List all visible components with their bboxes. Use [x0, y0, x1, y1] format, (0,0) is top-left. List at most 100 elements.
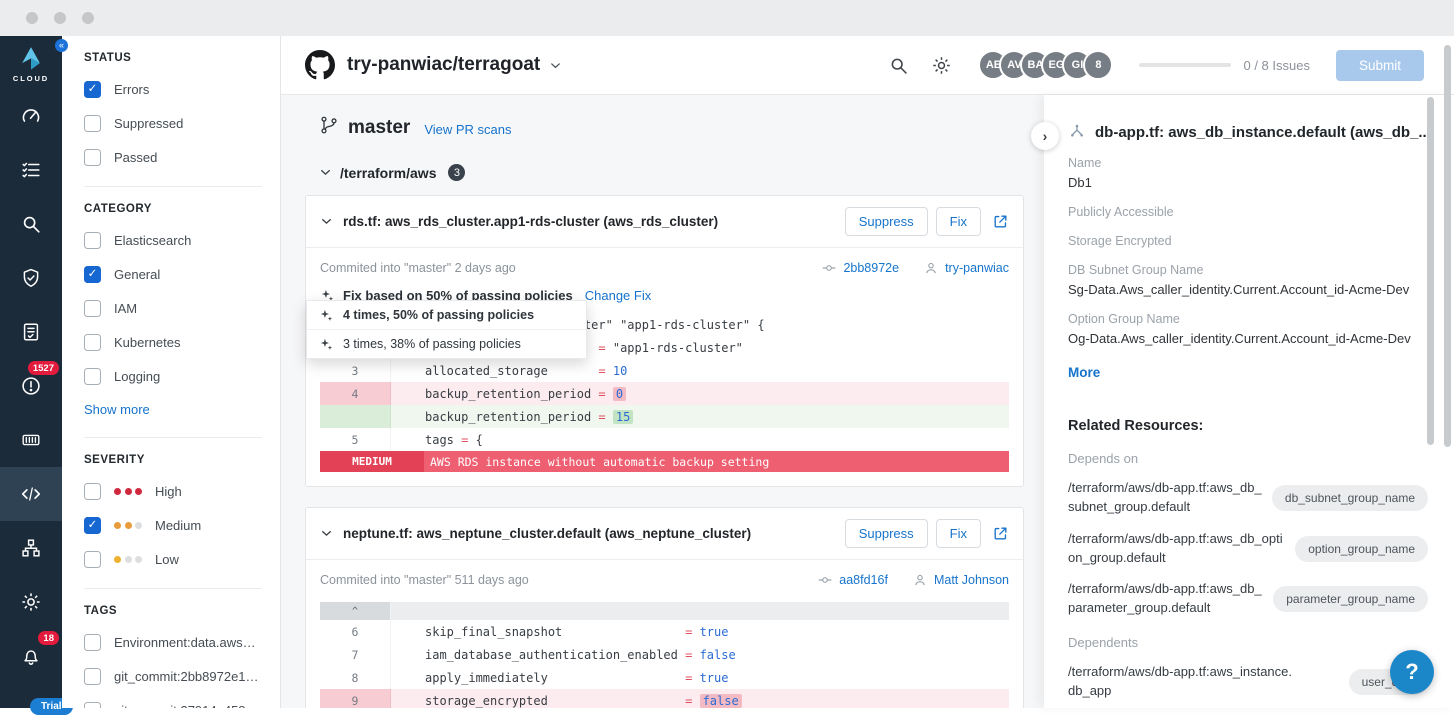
resource-details-panel: db-app.tf: aws_db_instance.default (aws_…	[1044, 95, 1454, 708]
code-line: 9storage_encrypted = false	[320, 689, 1009, 708]
branch-row: master View PR scans	[319, 115, 1028, 140]
checkbox-checked[interactable]: ✓	[84, 517, 101, 534]
checkbox[interactable]	[84, 232, 101, 249]
avatar-8[interactable]: 8	[1083, 50, 1113, 80]
checkbox[interactable]	[84, 551, 101, 568]
filter-option-high[interactable]: High	[84, 483, 262, 500]
field-label-storage-encrypted: Storage Encrypted	[1068, 234, 1428, 248]
folder-group[interactable]: /terraform/aws 3	[319, 164, 1028, 181]
checkbox[interactable]	[84, 634, 101, 651]
checkbox[interactable]	[84, 149, 101, 166]
resource-path-link[interactable]: /terraform/aws/db-app.tf:aws_instance.db…	[1068, 663, 1293, 701]
line-number: 7	[320, 643, 391, 666]
checkbox[interactable]	[84, 115, 101, 132]
search-icon[interactable]	[888, 55, 909, 76]
filter-option-suppressed[interactable]: Suppressed	[84, 115, 262, 132]
filter-option-logging[interactable]: Logging	[84, 368, 262, 385]
suppress-button[interactable]: Suppress	[845, 519, 928, 548]
external-link-icon[interactable]	[992, 213, 1009, 230]
window-zoom-button[interactable]	[82, 12, 94, 24]
sidebar-item-notifications[interactable]: 18	[0, 629, 62, 683]
checkbox[interactable]	[84, 300, 101, 317]
resource-path-link[interactable]: /terraform/aws/db-app.tf:aws_db_option_g…	[1068, 530, 1285, 568]
collapse-finding-icon[interactable]	[320, 215, 333, 228]
filter-option-elasticsearch[interactable]: Elasticsearch	[84, 232, 262, 249]
checkbox[interactable]	[84, 668, 101, 685]
fix-button[interactable]: Fix	[936, 519, 981, 548]
sidebar-item-shield[interactable]	[0, 251, 62, 305]
sidebar-item-alerts[interactable]: 1527	[0, 359, 62, 413]
code-text: tags = {	[425, 428, 483, 451]
filter-option-git-commit-2bb8972e19733a[interactable]: git_commit:2bb8972e19733a...	[84, 668, 262, 685]
collapse-filters-button[interactable]: «	[55, 39, 68, 52]
sidebar-item-dashboard[interactable]	[0, 89, 62, 143]
commit-meta-text: Commited into "master" 511 days ago	[320, 573, 529, 587]
prisma-cloud-logo[interactable]: CLOUD	[13, 36, 49, 89]
window-scrollbar[interactable]	[1444, 45, 1451, 447]
sidebar-item-settings[interactable]	[0, 575, 62, 629]
folder-path: /terraform/aws	[340, 165, 436, 181]
resource-path-link[interactable]: /terraform/aws/db-app.tf:aws_db_paramete…	[1068, 580, 1263, 618]
notifications-count-badge: 18	[38, 631, 59, 645]
sidebar-item-search[interactable]	[0, 197, 62, 251]
window-minimize-button[interactable]	[54, 12, 66, 24]
checkbox[interactable]	[84, 334, 101, 351]
sidebar-item-report[interactable]	[0, 305, 62, 359]
repo-name[interactable]: try-panwiac/terragoat	[347, 54, 540, 76]
collapse-finding-icon[interactable]	[320, 527, 333, 540]
sidebar-item-code[interactable]	[0, 467, 62, 521]
filter-option-environment-data-aws-caller[interactable]: Environment:data.aws_caller_...	[84, 634, 262, 651]
change-fix-link[interactable]: Change Fix	[585, 288, 651, 303]
commit-icon	[821, 260, 837, 276]
external-link-icon[interactable]	[992, 525, 1009, 542]
commit-author-link[interactable]: try-panwiac	[945, 261, 1009, 275]
user-icon	[912, 572, 928, 588]
filter-option-label: Passed	[114, 150, 157, 165]
sidebar-item-checklist[interactable]	[0, 143, 62, 197]
submit-button[interactable]: Submit	[1336, 50, 1424, 81]
chevron-down-icon[interactable]	[319, 166, 332, 179]
view-pr-scans-link[interactable]: View PR scans	[424, 122, 511, 137]
fix-option-1[interactable]: 4 times, 50% of passing policies	[307, 301, 586, 330]
resource-path-link[interactable]: /terraform/aws/db-app.tf:aws_db_subnet_g…	[1068, 479, 1262, 517]
dashboard-icon	[20, 105, 42, 127]
help-button[interactable]: ?	[1390, 650, 1434, 694]
settings-gear-icon[interactable]	[931, 55, 952, 76]
more-link[interactable]: More	[1068, 365, 1428, 380]
checkbox[interactable]	[84, 702, 101, 708]
filter-option-iam[interactable]: IAM	[84, 300, 262, 317]
commit-hash-link[interactable]: aa8fd16f	[839, 573, 888, 587]
details-panel-scrollbar[interactable]	[1427, 97, 1434, 445]
show-more-link[interactable]: Show more	[84, 402, 262, 417]
filter-option-passed[interactable]: Passed	[84, 149, 262, 166]
severity-dots-low	[114, 556, 142, 563]
checkbox-checked[interactable]: ✓	[84, 81, 101, 98]
suppress-button[interactable]: Suppress	[845, 207, 928, 236]
fix-button[interactable]: Fix	[936, 207, 981, 236]
window-close-button[interactable]	[26, 12, 38, 24]
commit-author-link[interactable]: Matt Johnson	[934, 573, 1009, 587]
filter-option-errors[interactable]: ✓Errors	[84, 81, 262, 98]
related-resources-title: Related Resources:	[1068, 418, 1428, 434]
filter-option-kubernetes[interactable]: Kubernetes	[84, 334, 262, 351]
checkbox[interactable]	[84, 368, 101, 385]
finding-card-header: rds.tf: aws_rds_cluster.app1-rds-cluster…	[306, 196, 1023, 248]
fix-option-label: 3 times, 38% of passing policies	[343, 337, 521, 351]
sidebar-item-network[interactable]	[0, 521, 62, 575]
filters-panel: STATUS✓ErrorsSuppressedPassedCATEGORYEla…	[62, 36, 281, 708]
filter-option-general[interactable]: ✓General	[84, 266, 262, 283]
repo-chevron-icon[interactable]	[548, 58, 563, 73]
checkbox[interactable]	[84, 483, 101, 500]
filter-option-medium[interactable]: ✓Medium	[84, 517, 262, 534]
filter-option-low[interactable]: Low	[84, 551, 262, 568]
filter-section-title: TAGS	[84, 605, 262, 617]
filter-option-label: git_commit:2bb8972e19733a...	[114, 669, 262, 684]
checkbox-checked[interactable]: ✓	[84, 266, 101, 283]
filter-section-title: SEVERITY	[84, 454, 262, 466]
code-collapse-row[interactable]: ^	[320, 602, 1009, 620]
filter-option-git-commit-37914a45800114[interactable]: git_commit:37914a45800114...	[84, 702, 262, 708]
fix-option-2[interactable]: 3 times, 38% of passing policies	[307, 330, 586, 358]
sidebar-item-containers[interactable]	[0, 413, 62, 467]
commit-hash-link[interactable]: 2bb8972e	[843, 261, 899, 275]
collapse-details-button[interactable]: ›	[1031, 122, 1059, 150]
